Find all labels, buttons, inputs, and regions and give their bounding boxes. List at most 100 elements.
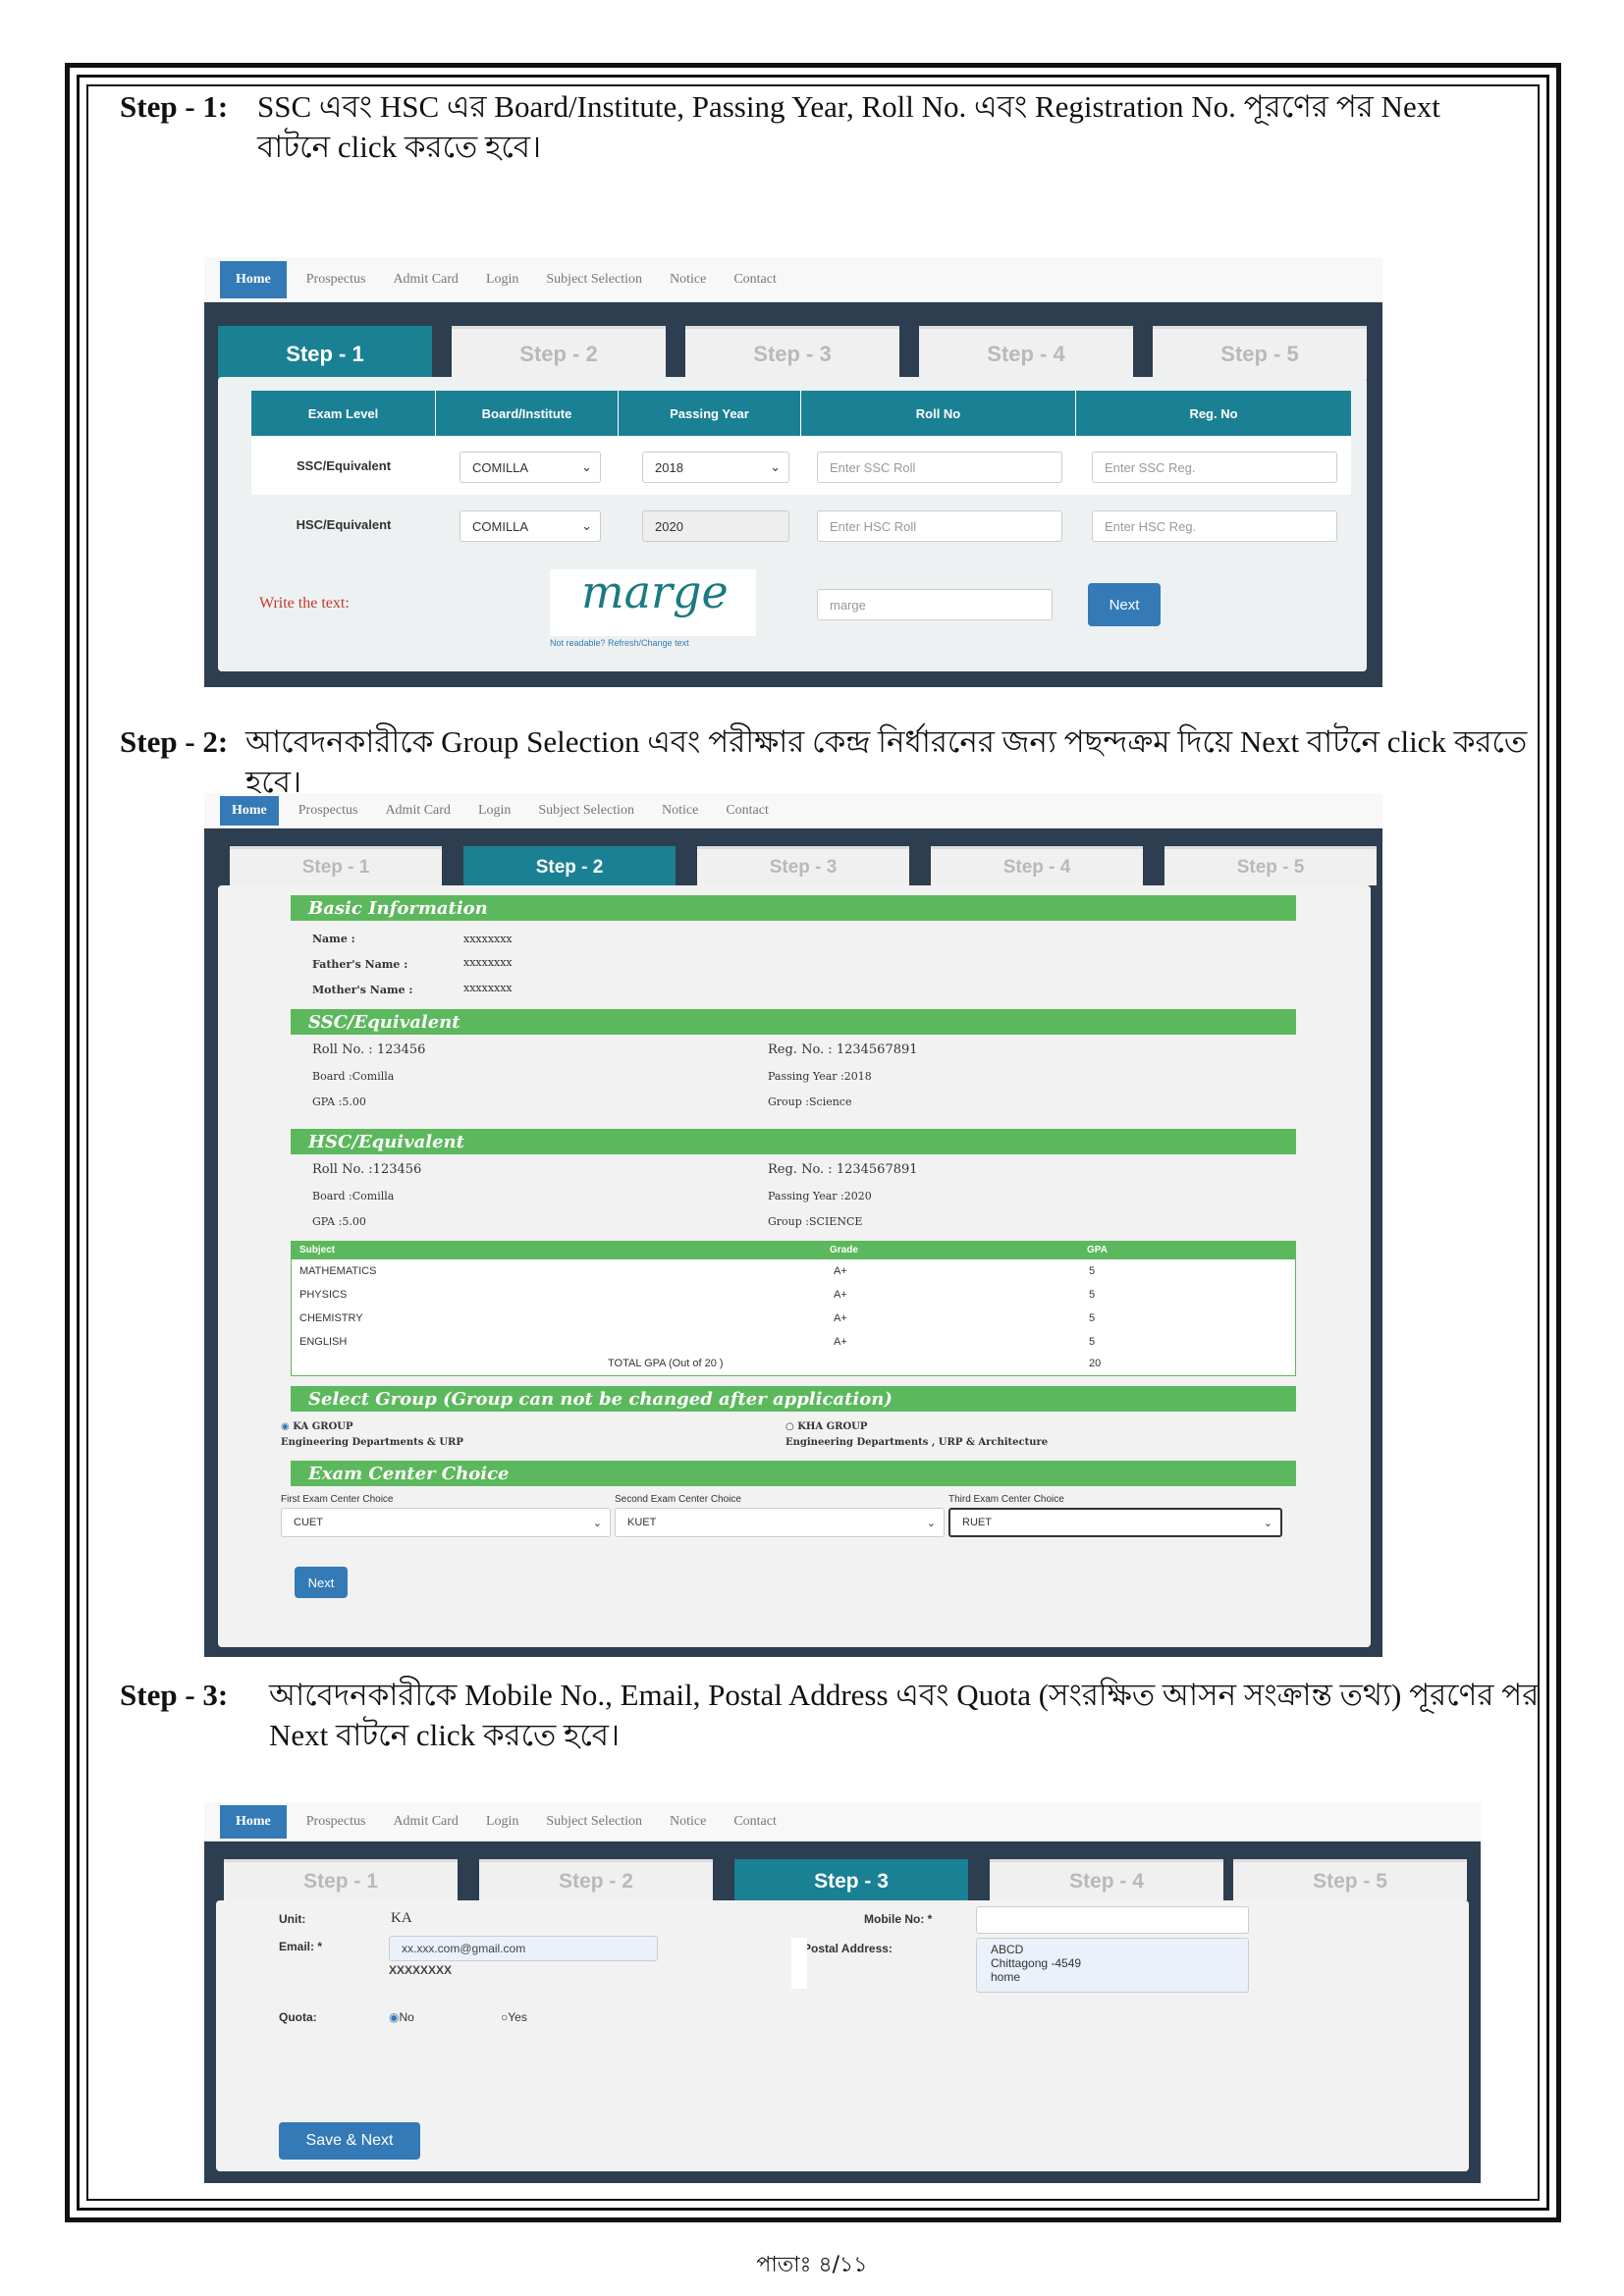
nav-notice[interactable]: Notice: [662, 803, 698, 819]
grade-head-grade: Grade: [830, 1245, 858, 1255]
email-input[interactable]: xx.xxx.com@gmail.com: [389, 1936, 658, 1961]
hsc-year-field: 2020: [642, 510, 789, 542]
nav-home[interactable]: Home: [220, 795, 279, 826]
nav-subject-selection[interactable]: Subject Selection: [538, 803, 634, 819]
section-exam-center: Exam Center Choice: [291, 1461, 1296, 1486]
father-label: Father's Name :: [312, 958, 408, 971]
nav-admit-card[interactable]: Admit Card: [393, 1814, 459, 1830]
nav-notice[interactable]: Notice: [670, 272, 706, 288]
hsc-board-select[interactable]: COMILLA ⌄: [460, 510, 601, 542]
ssc-board-select[interactable]: COMILLA ⌄: [460, 452, 601, 483]
nav-prospectus[interactable]: Prospectus: [306, 1814, 366, 1830]
screenshot-step3: Home Prospectus Admit Card Login Subject…: [204, 1802, 1481, 2183]
third-center-select[interactable]: RUET ⌄: [948, 1508, 1282, 1537]
first-center-select[interactable]: CUET ⌄: [281, 1508, 611, 1537]
quota-yes-label: Yes: [508, 2010, 527, 2024]
first-center-label: First Exam Center Choice: [281, 1494, 394, 1505]
captcha-label: Write the text:: [259, 595, 350, 612]
captcha-image: marge: [550, 565, 756, 636]
tab-step1[interactable]: Step - 1: [218, 326, 432, 379]
postal-line: Chittagong -4549: [991, 1956, 1082, 1970]
table-row: PHYSICS: [299, 1289, 348, 1301]
nav-admit-card[interactable]: Admit Card: [385, 803, 451, 819]
header-roll: Roll No: [801, 391, 1076, 436]
quota-yes-radio[interactable]: ○Yes: [501, 2010, 527, 2024]
navbar: Home Prospectus Admit Card Login Subject…: [204, 793, 1382, 828]
nav-contact[interactable]: Contact: [726, 803, 769, 819]
nav-subject-selection[interactable]: Subject Selection: [546, 272, 642, 288]
hsc-roll-input[interactable]: Enter HSC Roll: [817, 510, 1062, 542]
ssc-year-value: 2018: [655, 459, 683, 475]
tab-step2[interactable]: Step - 2: [479, 1859, 713, 1900]
postal-line: ABCD: [991, 1943, 1024, 1956]
grade-head-subject: Subject: [299, 1245, 336, 1255]
ssc-reg-input[interactable]: Enter SSC Reg.: [1092, 452, 1337, 483]
mother-label: Mother's Name :: [312, 984, 413, 996]
tab-step2[interactable]: Step - 2: [452, 326, 666, 379]
ssc-roll-input[interactable]: Enter SSC Roll: [817, 452, 1062, 483]
postal-label: Postal Address:: [803, 1942, 893, 1955]
table-cell: 5: [1089, 1336, 1096, 1348]
nav-login[interactable]: Login: [478, 803, 511, 819]
table-row: ENGLISH: [299, 1336, 348, 1348]
ssc-reg: Reg. No. : 1234567891: [768, 1042, 918, 1057]
postal-address-textarea[interactable]: ABCD Chittagong -4549 home: [976, 1938, 1249, 1993]
step2-content: Basic Information Name : xxxxxxxx Father…: [218, 885, 1371, 1647]
save-next-button[interactable]: Save & Next: [279, 2122, 420, 2160]
step2-line: আবেদনকারীকে Group Selection এবং পরীক্ষার…: [245, 724, 1528, 799]
header-reg: Reg. No: [1076, 391, 1351, 436]
header-board: Board/Institute: [436, 391, 619, 436]
chevron-down-icon: ⌄: [581, 518, 592, 533]
nav-login[interactable]: Login: [486, 1814, 518, 1830]
tab-step3[interactable]: Step - 3: [685, 326, 899, 379]
kha-group-desc: Engineering Departments , URP & Architec…: [785, 1437, 1049, 1448]
nav-home[interactable]: Home: [220, 1804, 287, 1839]
ka-group-desc: Engineering Departments & URP: [281, 1437, 463, 1448]
ssc-gpa: GPA :5.00: [312, 1095, 366, 1108]
quota-label: Quota:: [279, 2010, 317, 2024]
ka-group-radio[interactable]: ◉ KA GROUP: [281, 1421, 353, 1432]
second-center-select[interactable]: KUET ⌄: [615, 1508, 945, 1537]
tab-step5[interactable]: Step - 5: [1164, 846, 1377, 885]
father-value: xxxxxxxx: [463, 956, 513, 969]
tab-step5[interactable]: Step - 5: [1233, 1859, 1467, 1900]
tab-step2[interactable]: Step - 2: [463, 846, 676, 885]
ssc-year-select[interactable]: 2018 ⌄: [642, 452, 789, 483]
chevron-down-icon: ⌄: [926, 1517, 936, 1529]
tab-step5[interactable]: Step - 5: [1153, 326, 1367, 379]
tab-step1[interactable]: Step - 1: [230, 846, 442, 885]
nav-home[interactable]: Home: [220, 260, 287, 298]
next-button[interactable]: Next: [1088, 583, 1161, 626]
chevron-down-icon: ⌄: [592, 1517, 602, 1529]
captcha-input[interactable]: marge: [817, 589, 1053, 620]
nav-prospectus[interactable]: Prospectus: [306, 272, 366, 288]
hsc-reg-input[interactable]: Enter HSC Reg.: [1092, 510, 1337, 542]
tab-step4[interactable]: Step - 4: [990, 1859, 1223, 1900]
hsc-board-value: COMILLA: [472, 518, 529, 534]
nav-admit-card[interactable]: Admit Card: [393, 272, 459, 288]
nav-notice[interactable]: Notice: [670, 1814, 706, 1830]
section-select-group: Select Group (Group can not be changed a…: [291, 1386, 1296, 1412]
navbar: Home Prospectus Admit Card Login Subject…: [204, 1802, 1481, 1842]
tab-step4[interactable]: Step - 4: [931, 846, 1143, 885]
first-center-value: CUET: [294, 1517, 323, 1528]
section-ssc: SSC/Equivalent: [291, 1009, 1296, 1035]
kha-group-radio[interactable]: ○ KHA GROUP: [785, 1421, 867, 1432]
nav-contact[interactable]: Contact: [733, 272, 777, 288]
radio-unchecked-icon: ○: [785, 1421, 794, 1432]
hsc-board: Board :Comilla: [312, 1190, 395, 1202]
nav-login[interactable]: Login: [486, 272, 518, 288]
nav-prospectus[interactable]: Prospectus: [298, 803, 358, 819]
second-center-label: Second Exam Center Choice: [615, 1494, 741, 1505]
tab-step1[interactable]: Step - 1: [224, 1859, 458, 1900]
quota-no-radio[interactable]: ◉No: [389, 2010, 414, 2024]
captcha-refresh-link[interactable]: Not readable? Refresh/Change text: [550, 638, 689, 648]
next-button[interactable]: Next: [295, 1567, 348, 1598]
tab-step4[interactable]: Step - 4: [919, 326, 1133, 379]
nav-subject-selection[interactable]: Subject Selection: [546, 1814, 642, 1830]
table-row: MATHEMATICS: [299, 1265, 377, 1277]
tab-step3[interactable]: Step - 3: [734, 1859, 968, 1900]
mobile-input[interactable]: [976, 1906, 1249, 1934]
nav-contact[interactable]: Contact: [733, 1814, 777, 1830]
tab-step3[interactable]: Step - 3: [697, 846, 909, 885]
